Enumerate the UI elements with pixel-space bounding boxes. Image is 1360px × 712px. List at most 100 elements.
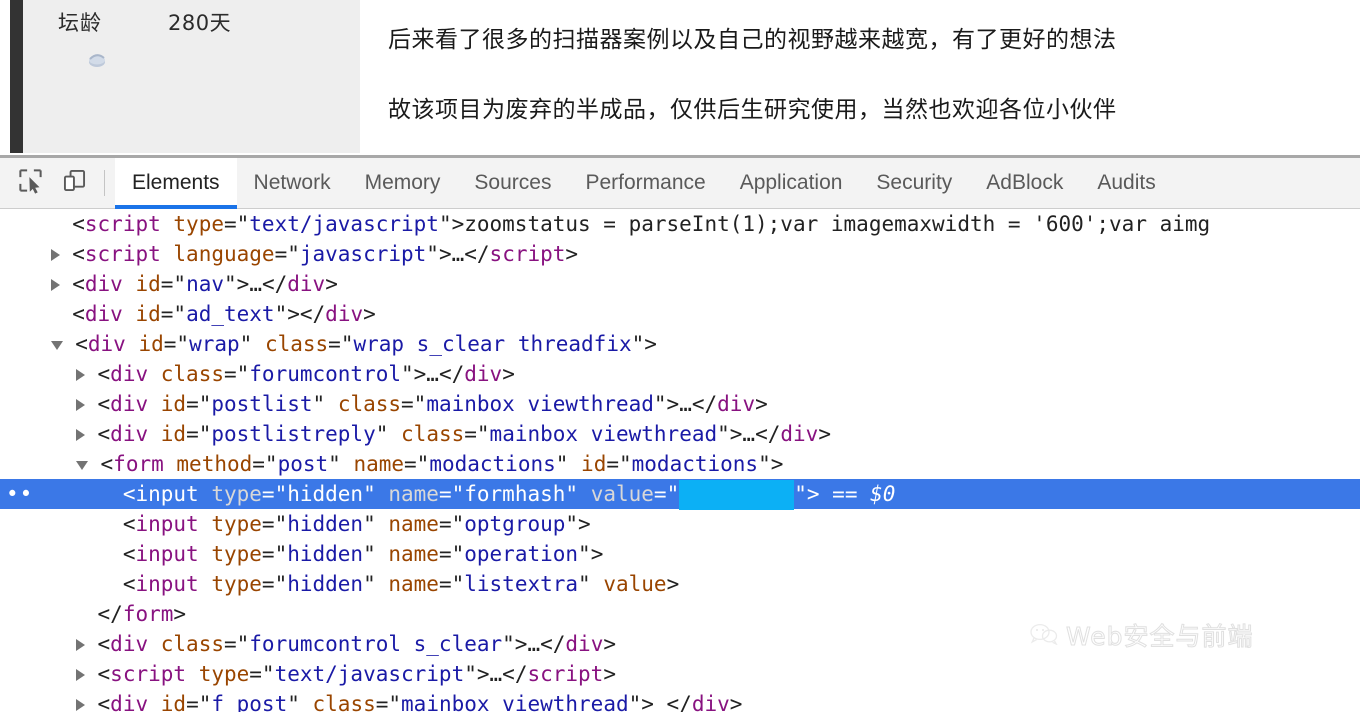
code-token-attr: class bbox=[337, 392, 402, 416]
user-stat-row: 坛龄 280天 bbox=[58, 0, 358, 44]
code-token-punct: =" bbox=[252, 452, 278, 476]
code-token-val: text/javascript bbox=[249, 212, 439, 236]
twisty-placeholder bbox=[101, 495, 110, 496]
code-token-tag: div bbox=[110, 632, 149, 656]
code-token-punct: "> bbox=[426, 242, 452, 266]
expand-triangle-icon[interactable] bbox=[75, 429, 85, 441]
dom-node[interactable]: <div class="forumcontrol s_clear">…</div… bbox=[0, 629, 1360, 659]
code-token-punct: > bbox=[502, 362, 515, 386]
dom-node-selected[interactable]: •• <input type="hidden" name="formhash" … bbox=[0, 479, 1360, 510]
code-token-punct: " bbox=[363, 512, 389, 536]
code-token-attr: class bbox=[312, 692, 376, 712]
code-token-tag: script bbox=[489, 242, 566, 266]
code-token-punct: "> bbox=[401, 362, 427, 386]
code-token-tag: input bbox=[135, 482, 199, 506]
tab-security[interactable]: Security bbox=[859, 158, 969, 209]
dom-node[interactable]: <input type="hidden" name="listextra" va… bbox=[0, 569, 1360, 599]
redacted-value-box bbox=[679, 480, 795, 510]
dom-node[interactable]: <script type="text/javascript">zoomstatu… bbox=[0, 209, 1360, 239]
suffix-gap bbox=[820, 479, 833, 509]
dom-node[interactable]: <div id="ad_text"></div> bbox=[0, 299, 1360, 329]
collapse-triangle-icon[interactable] bbox=[75, 460, 88, 470]
code-token-punct bbox=[199, 569, 212, 599]
code-token-punct bbox=[148, 689, 161, 712]
code-token-punct bbox=[148, 389, 161, 419]
code-token-attr: type bbox=[211, 512, 262, 536]
dom-node[interactable]: <form method="post" name="modactions" id… bbox=[0, 449, 1360, 479]
code-token-punct: "> bbox=[717, 422, 743, 446]
dom-node[interactable]: <input type="hidden" name="optgroup"> bbox=[0, 509, 1360, 539]
expand-triangle-icon[interactable] bbox=[75, 639, 85, 651]
code-token-punct: " bbox=[363, 572, 389, 596]
code-token-attr: type bbox=[211, 572, 262, 596]
tab-audits[interactable]: Audits bbox=[1080, 158, 1172, 209]
tab-performance[interactable]: Performance bbox=[568, 158, 722, 209]
dom-node[interactable]: <div id="postlistreply" class="mainbox v… bbox=[0, 419, 1360, 449]
code-token-punct: "> bbox=[464, 662, 490, 686]
tab-network[interactable]: Network bbox=[237, 158, 348, 209]
code-token-punct: < bbox=[97, 632, 111, 656]
tab-label: AdBlock bbox=[986, 171, 1064, 194]
code-token-punct: =" bbox=[375, 692, 402, 712]
post-user-sidebar: 坛龄 280天 bbox=[23, 0, 360, 153]
code-token-val: formhash bbox=[464, 482, 566, 506]
code-token-punct: > bbox=[818, 422, 831, 446]
code-token-val: optgroup bbox=[464, 512, 566, 536]
dom-node[interactable]: <div id="postlist" class="mainbox viewth… bbox=[0, 389, 1360, 419]
collapse-triangle-icon[interactable] bbox=[50, 340, 63, 350]
dom-node[interactable]: <input type="hidden" name="operation"> bbox=[0, 539, 1360, 569]
code-token-punct: < bbox=[97, 662, 111, 686]
code-token-txtc: … bbox=[742, 422, 756, 446]
code-token-val: post bbox=[277, 452, 329, 476]
expand-triangle-icon[interactable] bbox=[75, 699, 85, 711]
code-token-punct bbox=[123, 269, 136, 299]
code-token-punct: < bbox=[72, 212, 85, 236]
twisty-gap bbox=[85, 629, 98, 659]
toolbar-divider bbox=[104, 170, 105, 196]
twisty-gap bbox=[110, 569, 123, 599]
code-token-punct: </ bbox=[464, 242, 490, 266]
code-token-punct: "></ bbox=[274, 302, 326, 326]
tab-memory[interactable]: Memory bbox=[348, 158, 458, 209]
dom-node[interactable]: <div id="nav">…</div> bbox=[0, 269, 1360, 299]
tab-sources[interactable]: Sources bbox=[457, 158, 568, 209]
code-token-punct: " bbox=[287, 692, 313, 712]
code-token-val: text/javascript bbox=[274, 662, 465, 686]
code-token-punct: "> </ bbox=[628, 692, 692, 712]
tab-label: Performance bbox=[585, 171, 706, 194]
code-token-punct: "> bbox=[224, 272, 250, 296]
tab-application[interactable]: Application bbox=[723, 158, 860, 209]
expand-triangle-icon[interactable] bbox=[75, 669, 85, 681]
tab-elements[interactable]: Elements bbox=[115, 157, 237, 209]
expand-triangle-icon[interactable] bbox=[50, 279, 60, 291]
dom-tree-view[interactable]: <script type="text/javascript">zoomstatu… bbox=[0, 209, 1360, 712]
dom-node[interactable]: <script language="javascript">…</script> bbox=[0, 239, 1360, 269]
code-token-attr: id bbox=[160, 392, 187, 416]
code-token-punct bbox=[161, 239, 174, 269]
code-token-val: postlistreply bbox=[211, 422, 376, 446]
expand-triangle-icon[interactable] bbox=[50, 249, 60, 261]
dom-node[interactable]: <div id="wrap" class="wrap s_clear threa… bbox=[0, 329, 1360, 359]
dom-node[interactable]: <script type="text/javascript">…</script… bbox=[0, 659, 1360, 689]
code-token-punct: < bbox=[72, 272, 85, 296]
code-token-tag: form bbox=[113, 452, 164, 476]
code-token-attr: type bbox=[198, 662, 250, 686]
dom-node[interactable]: <div class="forumcontrol">…</div> bbox=[0, 359, 1360, 389]
device-toolbar-button[interactable] bbox=[52, 161, 96, 205]
post-paragraph-2: 故该项目为废弃的半成品，仅供后生研究使用，当然也欢迎各位小伙伴 bbox=[388, 97, 1117, 123]
expand-triangle-icon[interactable] bbox=[75, 399, 85, 411]
code-token-tag: div bbox=[110, 392, 149, 416]
code-token-attr: class bbox=[401, 422, 465, 446]
inspect-element-button[interactable] bbox=[8, 161, 52, 205]
expand-triangle-icon[interactable] bbox=[75, 369, 85, 381]
code-token-attr: language bbox=[173, 242, 275, 266]
dom-node[interactable]: <div id="f_post" class="mainbox viewthre… bbox=[0, 689, 1360, 712]
dom-node[interactable]: </form> bbox=[0, 599, 1360, 629]
code-token-val: modactions bbox=[631, 452, 759, 476]
tab-adblock[interactable]: AdBlock bbox=[969, 158, 1080, 209]
code-token-tag: form bbox=[122, 602, 174, 626]
twisty-gap bbox=[110, 509, 123, 539]
